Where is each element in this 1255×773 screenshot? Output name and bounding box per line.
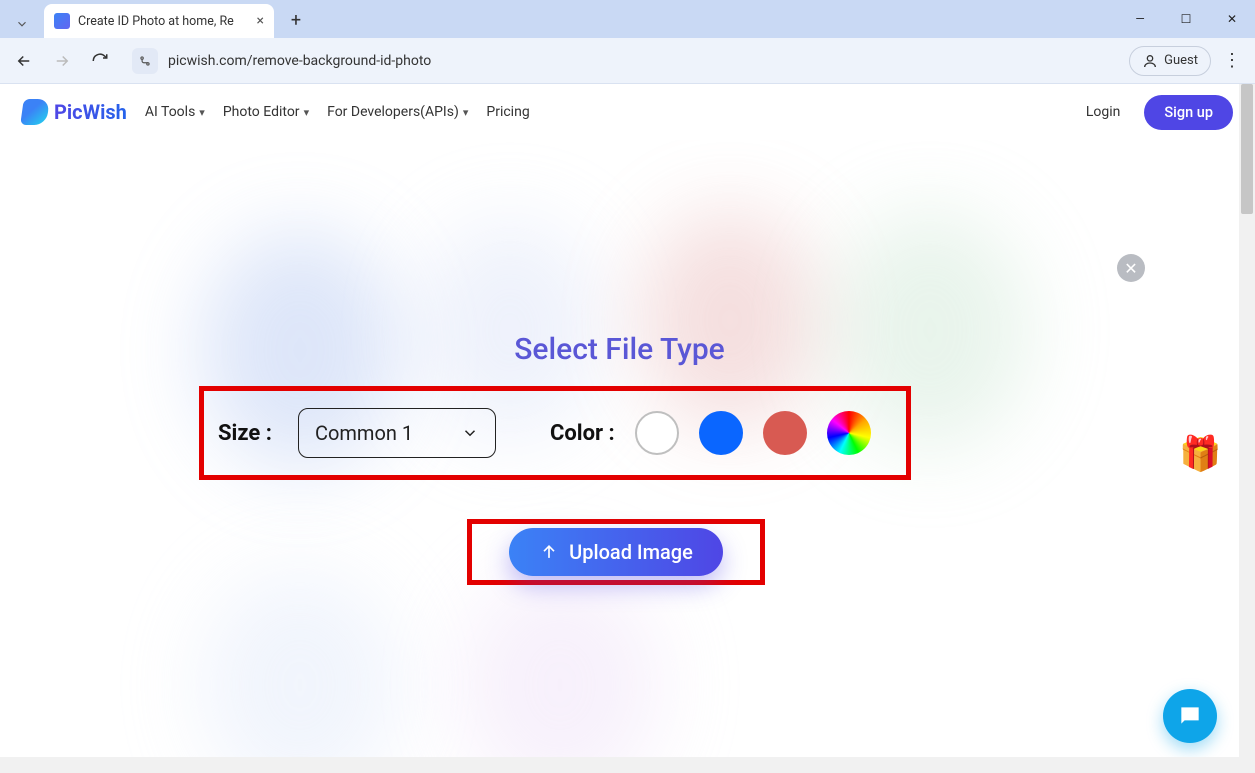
address-bar[interactable]: picwish.com/remove-background-id-photo — [122, 44, 1115, 78]
size-label: Size : — [218, 421, 272, 446]
chevron-down-icon — [461, 424, 479, 442]
color-swatch-white[interactable] — [635, 411, 679, 455]
login-link[interactable]: Login — [1086, 104, 1121, 120]
nav-ai-tools[interactable]: AI Tools▾ — [145, 104, 205, 120]
tab-title: Create ID Photo at home, Re — [78, 14, 234, 29]
page-viewport: PicWish AI Tools▾ Photo Editor▾ For Deve… — [0, 84, 1255, 773]
signup-button[interactable]: Sign up — [1144, 95, 1233, 130]
color-swatch-blue[interactable] — [699, 411, 743, 455]
upload-icon — [539, 542, 559, 562]
gift-promo-icon[interactable]: 🎁 — [1179, 434, 1223, 478]
site-header: PicWish AI Tools▾ Photo Editor▾ For Deve… — [0, 84, 1255, 140]
profile-label: Guest — [1164, 53, 1198, 68]
browser-menu-button[interactable]: ⋮ — [1217, 50, 1247, 71]
browser-tab-strip: Create ID Photo at home, Re × + — ☐ ✕ — [0, 0, 1255, 38]
color-label: Color : — [550, 421, 615, 446]
size-dropdown[interactable]: Common 1 — [298, 408, 496, 458]
color-picker-row: Color : — [550, 411, 871, 455]
chevron-down-icon: ▾ — [463, 106, 469, 119]
maximize-button[interactable]: ☐ — [1163, 0, 1209, 38]
close-window-button[interactable]: ✕ — [1209, 0, 1255, 38]
window-controls: — ☐ ✕ — [1117, 0, 1255, 38]
brand-name: PicWish — [54, 100, 127, 124]
logo-icon — [20, 99, 50, 125]
close-modal-button[interactable]: ✕ — [1117, 254, 1145, 282]
size-value: Common 1 — [315, 421, 413, 445]
modal-title: Select File Type — [0, 332, 1239, 367]
profile-button[interactable]: Guest — [1129, 46, 1211, 76]
nav-pricing[interactable]: Pricing — [486, 104, 529, 120]
back-button[interactable] — [8, 45, 40, 77]
chevron-down-icon: ▾ — [199, 106, 205, 119]
nav-photo-editor[interactable]: Photo Editor▾ — [223, 104, 309, 120]
tab-close-icon[interactable]: × — [257, 13, 264, 29]
chat-widget-button[interactable] — [1163, 689, 1217, 743]
scrollbar-thumb[interactable] — [1241, 84, 1253, 214]
new-tab-button[interactable]: + — [282, 6, 310, 34]
url-text: picwish.com/remove-background-id-photo — [168, 53, 1111, 69]
scroll-corner — [1239, 757, 1255, 773]
color-swatch-custom[interactable] — [827, 411, 871, 455]
brand-logo[interactable]: PicWish — [22, 99, 127, 125]
minimize-button[interactable]: — — [1117, 0, 1163, 38]
site-info-icon[interactable] — [132, 48, 158, 74]
forward-button[interactable] — [46, 45, 78, 77]
tab-favicon — [54, 13, 70, 29]
upload-label: Upload Image — [569, 540, 693, 564]
nav-developers[interactable]: For Developers(APIs)▾ — [327, 104, 468, 120]
reload-button[interactable] — [84, 45, 116, 77]
upload-image-button[interactable]: Upload Image — [509, 528, 723, 576]
browser-tab[interactable]: Create ID Photo at home, Re × — [44, 4, 274, 38]
options-highlight-box: Size : Common 1 Color : — [199, 386, 911, 480]
vertical-scrollbar[interactable] — [1239, 84, 1255, 773]
chevron-down-icon: ▾ — [304, 106, 310, 119]
upload-highlight-box: Upload Image — [467, 519, 765, 585]
browser-toolbar: picwish.com/remove-background-id-photo G… — [0, 38, 1255, 84]
horizontal-scrollbar[interactable] — [0, 757, 1239, 773]
tab-search-button[interactable] — [6, 10, 38, 38]
color-swatch-red[interactable] — [763, 411, 807, 455]
